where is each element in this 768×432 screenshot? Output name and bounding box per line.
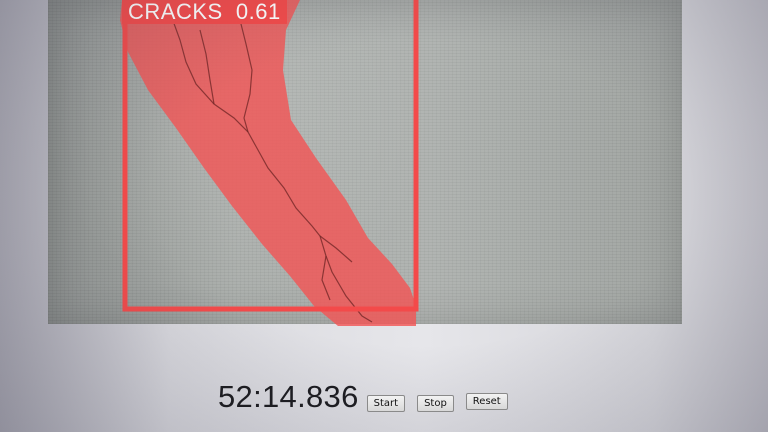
stop-button[interactable]: Stop — [417, 395, 454, 412]
crack-segmentation-mask — [120, 0, 416, 326]
stopwatch-time: 52:14.836 — [218, 379, 359, 414]
detection-overlay — [120, 0, 419, 326]
detection-label: CRACKS 0.61 — [122, 0, 287, 24]
start-button[interactable]: Start — [366, 395, 406, 412]
reset-button[interactable]: Reset — [465, 393, 508, 410]
stopwatch: 52:14.836 Start Stop Reset — [218, 380, 508, 414]
